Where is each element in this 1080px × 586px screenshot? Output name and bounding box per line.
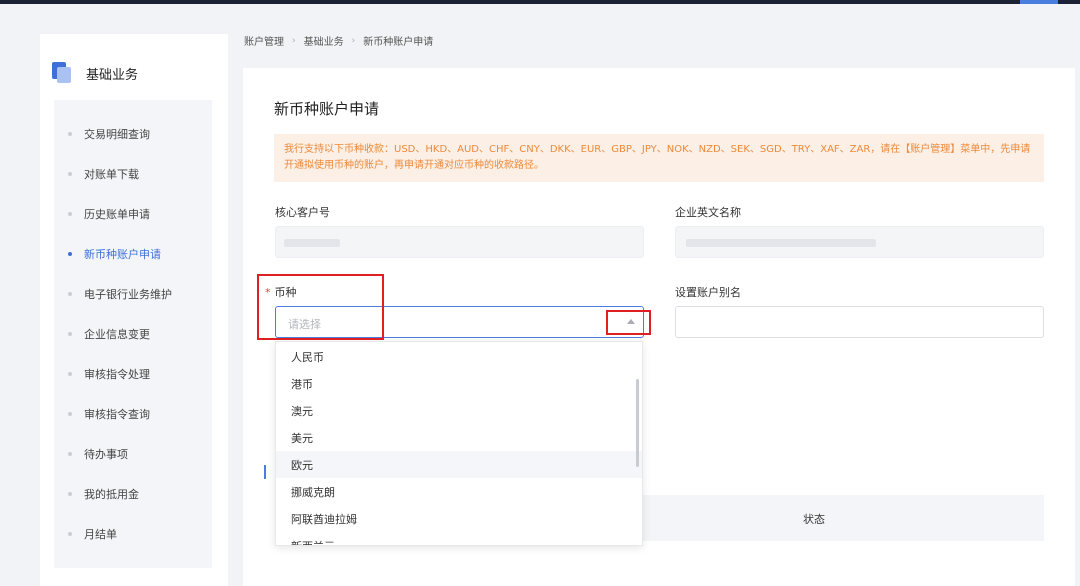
sidebar-item-review-process[interactable]: 审核指令处理 — [54, 354, 212, 394]
annotation-box-currency-label — [257, 274, 384, 340]
annotation-box-caret — [606, 310, 651, 335]
currency-option[interactable]: 澳元 — [276, 397, 642, 424]
bullet-icon — [68, 172, 72, 176]
page-title: 新币种账户申请 — [274, 100, 380, 118]
dropdown-scrollbar[interactable] — [636, 379, 639, 467]
currency-option[interactable]: 人民币 — [276, 343, 642, 370]
bullet-icon — [68, 212, 72, 216]
notice-banner: 我行支持以下币种收款：USD、HKD、AUD、CHF、CNY、DKK、EUR、G… — [274, 134, 1044, 182]
bullet-icon — [68, 492, 72, 496]
currency-option[interactable]: 美元 — [276, 424, 642, 451]
table-header: 状态 — [643, 495, 1044, 541]
sidebar-header: 基础业务 — [52, 62, 138, 84]
currency-option[interactable]: 挪威克朗 — [276, 478, 642, 505]
redacted-value — [284, 239, 340, 247]
sidebar-menu: 交易明细查询 对账单下载 历史账单申请 新币种账户申请 电子银行业务维护 企业信… — [54, 100, 212, 568]
section-marker — [264, 465, 266, 479]
sidebar-item-review-query[interactable]: 审核指令查询 — [54, 394, 212, 434]
sidebar-item-statement-download[interactable]: 对账单下载 — [54, 154, 212, 194]
sidebar-item-transaction-query[interactable]: 交易明细查询 — [54, 114, 212, 154]
currency-option[interactable]: 阿联酋迪拉姆 — [276, 505, 642, 532]
alias-label: 设置账户别名 — [675, 286, 741, 299]
breadcrumb: 账户管理 › 基础业务 › 新币种账户申请 — [244, 33, 434, 49]
company-en-name-label: 企业英文名称 — [675, 206, 741, 219]
bullet-icon — [68, 532, 72, 536]
currency-dropdown: 人民币 港币 澳元 美元 欧元 挪威克朗 阿联酋迪拉姆 新西兰元 — [275, 341, 643, 546]
top-bar — [0, 0, 1080, 4]
sidebar: 基础业务 交易明细查询 对账单下载 历史账单申请 新币种账户申请 电子银行业务维… — [40, 34, 228, 586]
bullet-icon — [68, 412, 72, 416]
bullet-icon — [68, 132, 72, 136]
bullet-icon — [68, 372, 72, 376]
currency-option[interactable]: 新西兰元 — [276, 532, 642, 546]
customer-no-label: 核心客户号 — [275, 206, 330, 219]
redacted-value — [686, 239, 876, 247]
bullet-icon — [68, 332, 72, 336]
sidebar-item-new-currency-account[interactable]: 新币种账户申请 — [54, 234, 212, 274]
bullet-icon — [68, 292, 72, 296]
sidebar-item-company-info-change[interactable]: 企业信息变更 — [54, 314, 212, 354]
bullet-icon — [68, 252, 72, 256]
currency-option[interactable]: 港币 — [276, 370, 642, 397]
breadcrumb-separator-icon: › — [351, 35, 356, 46]
customer-no-field — [275, 226, 644, 258]
alias-input[interactable] — [675, 306, 1044, 338]
breadcrumb-separator-icon: › — [292, 35, 296, 46]
breadcrumb-item[interactable]: 账户管理 — [244, 33, 284, 48]
company-en-name-field — [675, 226, 1044, 258]
sidebar-item-vouchers[interactable]: 我的抵用金 — [54, 474, 212, 514]
sidebar-item-monthly-statement[interactable]: 月结单 — [54, 514, 212, 554]
breadcrumb-item[interactable]: 基础业务 — [304, 33, 344, 48]
document-icon — [52, 62, 72, 84]
sidebar-item-history-statement[interactable]: 历史账单申请 — [54, 194, 212, 234]
sidebar-item-todo[interactable]: 待办事项 — [54, 434, 212, 474]
bullet-icon — [68, 452, 72, 456]
status-column-header: 状态 — [803, 513, 825, 526]
top-bar-accent — [1020, 0, 1058, 4]
currency-option-hovered[interactable]: 欧元 — [276, 451, 642, 478]
sidebar-item-ebank-maintenance[interactable]: 电子银行业务维护 — [54, 274, 212, 314]
breadcrumb-current: 新币种账户申请 — [363, 37, 434, 48]
sidebar-title: 基础业务 — [86, 67, 139, 83]
